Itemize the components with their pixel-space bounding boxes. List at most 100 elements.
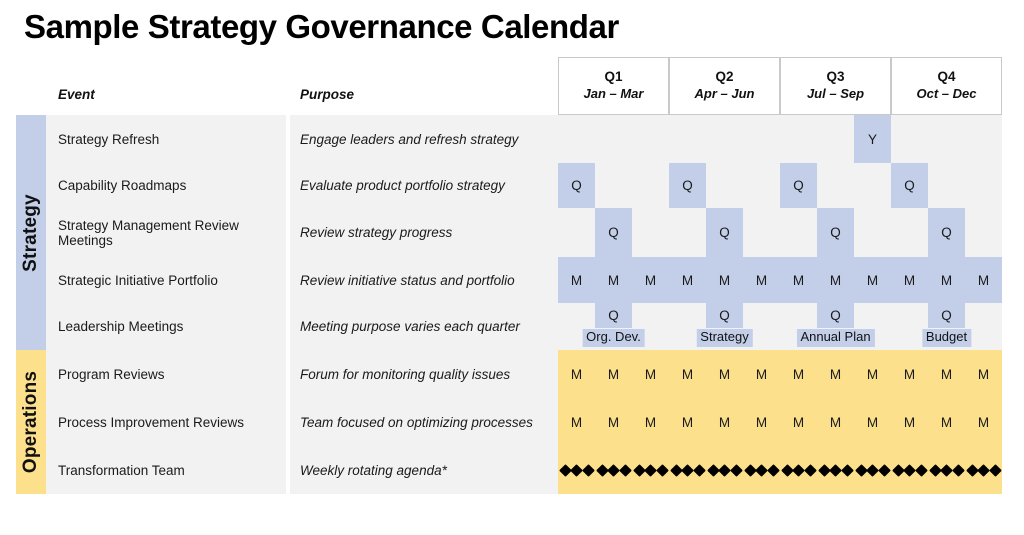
calendar-cell[interactable]: Q [669,163,706,208]
calendar-cell[interactable] [965,163,1002,208]
calendar-cell[interactable] [780,208,817,257]
purpose-cell: Team focused on optimizing processes [290,398,558,446]
calendar-cell[interactable]: Q Strategy [696,303,753,350]
calendar-cell[interactable] [558,208,595,257]
calendar-cell[interactable] [595,163,632,208]
calendar-cell[interactable] [928,163,965,208]
calendar-cell[interactable]: M [965,350,1002,398]
calendar-cell[interactable] [706,446,743,494]
calendar-cell[interactable] [743,208,780,257]
calendar-cell[interactable] [669,208,706,257]
calendar-cell[interactable]: Q Org. Dev. [582,303,645,350]
purpose-cell: Review strategy progress [290,208,558,257]
calendar-cell[interactable] [817,446,854,494]
calendar-cell[interactable] [854,208,891,257]
calendar-cell[interactable]: M [817,398,854,446]
calendar-cell[interactable] [743,115,780,163]
calendar-cell[interactable]: Q [706,208,743,257]
calendar-cell[interactable] [817,115,854,163]
calendar-cell[interactable]: M [854,398,891,446]
calendar-cell[interactable]: M [669,350,706,398]
calendar-cell[interactable] [854,163,891,208]
calendar-cell[interactable] [965,115,1002,163]
calendar-cell[interactable]: Q Budget [921,303,972,350]
calendar-cell[interactable]: M [595,257,632,303]
calendar-cell[interactable]: M [854,257,891,303]
calendar-cell[interactable] [928,115,965,163]
calendar-cell[interactable]: M [558,398,595,446]
calendar-cell[interactable] [595,446,632,494]
calendar-cell[interactable]: Q [817,208,854,257]
calendar-cell[interactable]: M [558,257,595,303]
calendar-cell[interactable]: Q [780,163,817,208]
calendar-cell[interactable]: M [595,398,632,446]
calendar-cell[interactable] [632,163,669,208]
calendar-cell[interactable]: M [632,350,669,398]
calendar-cell[interactable]: Q Annual Plan [796,303,875,350]
calendar-cell[interactable]: M [743,350,780,398]
cell-marker [743,208,780,257]
calendar-cell[interactable] [706,115,743,163]
calendar-cell[interactable]: M [780,257,817,303]
calendar-cell[interactable]: M [891,398,928,446]
cell-marker [965,208,1002,257]
cell-marker [965,115,1002,163]
calendar-cell[interactable]: M [558,350,595,398]
calendar-cell[interactable]: M [706,398,743,446]
calendar-cell[interactable] [558,115,595,163]
calendar-cell[interactable]: M [706,257,743,303]
calendar-cell[interactable] [891,446,928,494]
calendar-cell[interactable]: M [817,257,854,303]
diamond-icon [792,463,805,477]
calendar-cell[interactable]: M [595,350,632,398]
calendar-cell[interactable] [595,115,632,163]
calendar-cell[interactable] [743,163,780,208]
calendar-cell[interactable] [780,115,817,163]
calendar-cell[interactable] [669,115,706,163]
calendar-cell[interactable] [817,163,854,208]
calendar-cell[interactable]: M [928,350,965,398]
calendar-cell[interactable] [780,446,817,494]
calendar-cell[interactable]: Q [928,208,965,257]
calendar-cell[interactable] [965,208,1002,257]
calendar-cell[interactable]: M [928,398,965,446]
calendar-cell[interactable]: M [632,257,669,303]
calendar-cell[interactable] [965,446,1002,494]
calendar-cell[interactable]: M [743,398,780,446]
calendar-cell[interactable]: M [669,398,706,446]
quarter-name: Q3 [826,69,845,85]
cell-marker: M [965,398,1002,446]
quarter-month-range: Oct – Dec [916,86,977,102]
calendar-cell[interactable] [632,208,669,257]
calendar-cell[interactable]: Q [595,208,632,257]
calendar-cell[interactable]: M [928,257,965,303]
calendar-cell[interactable]: Q [891,163,928,208]
diamond-icon [766,463,780,477]
calendar-cell[interactable] [669,446,706,494]
calendar-cell[interactable] [928,446,965,494]
calendar-cell[interactable]: M [817,350,854,398]
diamond-icon [581,463,595,477]
calendar-cell[interactable]: M [632,398,669,446]
calendar-cell[interactable]: Y [854,115,891,163]
calendar-cell[interactable] [706,163,743,208]
calendar-cell[interactable]: Q [558,163,595,208]
calendar-cell[interactable]: M [965,398,1002,446]
calendar-cell[interactable]: M [669,257,706,303]
calendar-cell[interactable]: M [706,350,743,398]
calendar-cell[interactable]: M [965,257,1002,303]
calendar-cell[interactable] [891,208,928,257]
calendar-cell[interactable]: M [854,350,891,398]
cell-marker: Q [706,303,743,328]
calendar-cell[interactable]: M [891,257,928,303]
calendar-cell[interactable] [743,446,780,494]
calendar-cell[interactable] [558,446,595,494]
calendar-cell[interactable]: M [743,257,780,303]
calendar-cell[interactable]: M [891,350,928,398]
calendar-cell[interactable] [632,446,669,494]
calendar-cell[interactable]: M [780,398,817,446]
calendar-cell[interactable] [632,115,669,163]
calendar-cell[interactable] [891,115,928,163]
calendar-cell[interactable] [854,446,891,494]
calendar-cell[interactable]: M [780,350,817,398]
